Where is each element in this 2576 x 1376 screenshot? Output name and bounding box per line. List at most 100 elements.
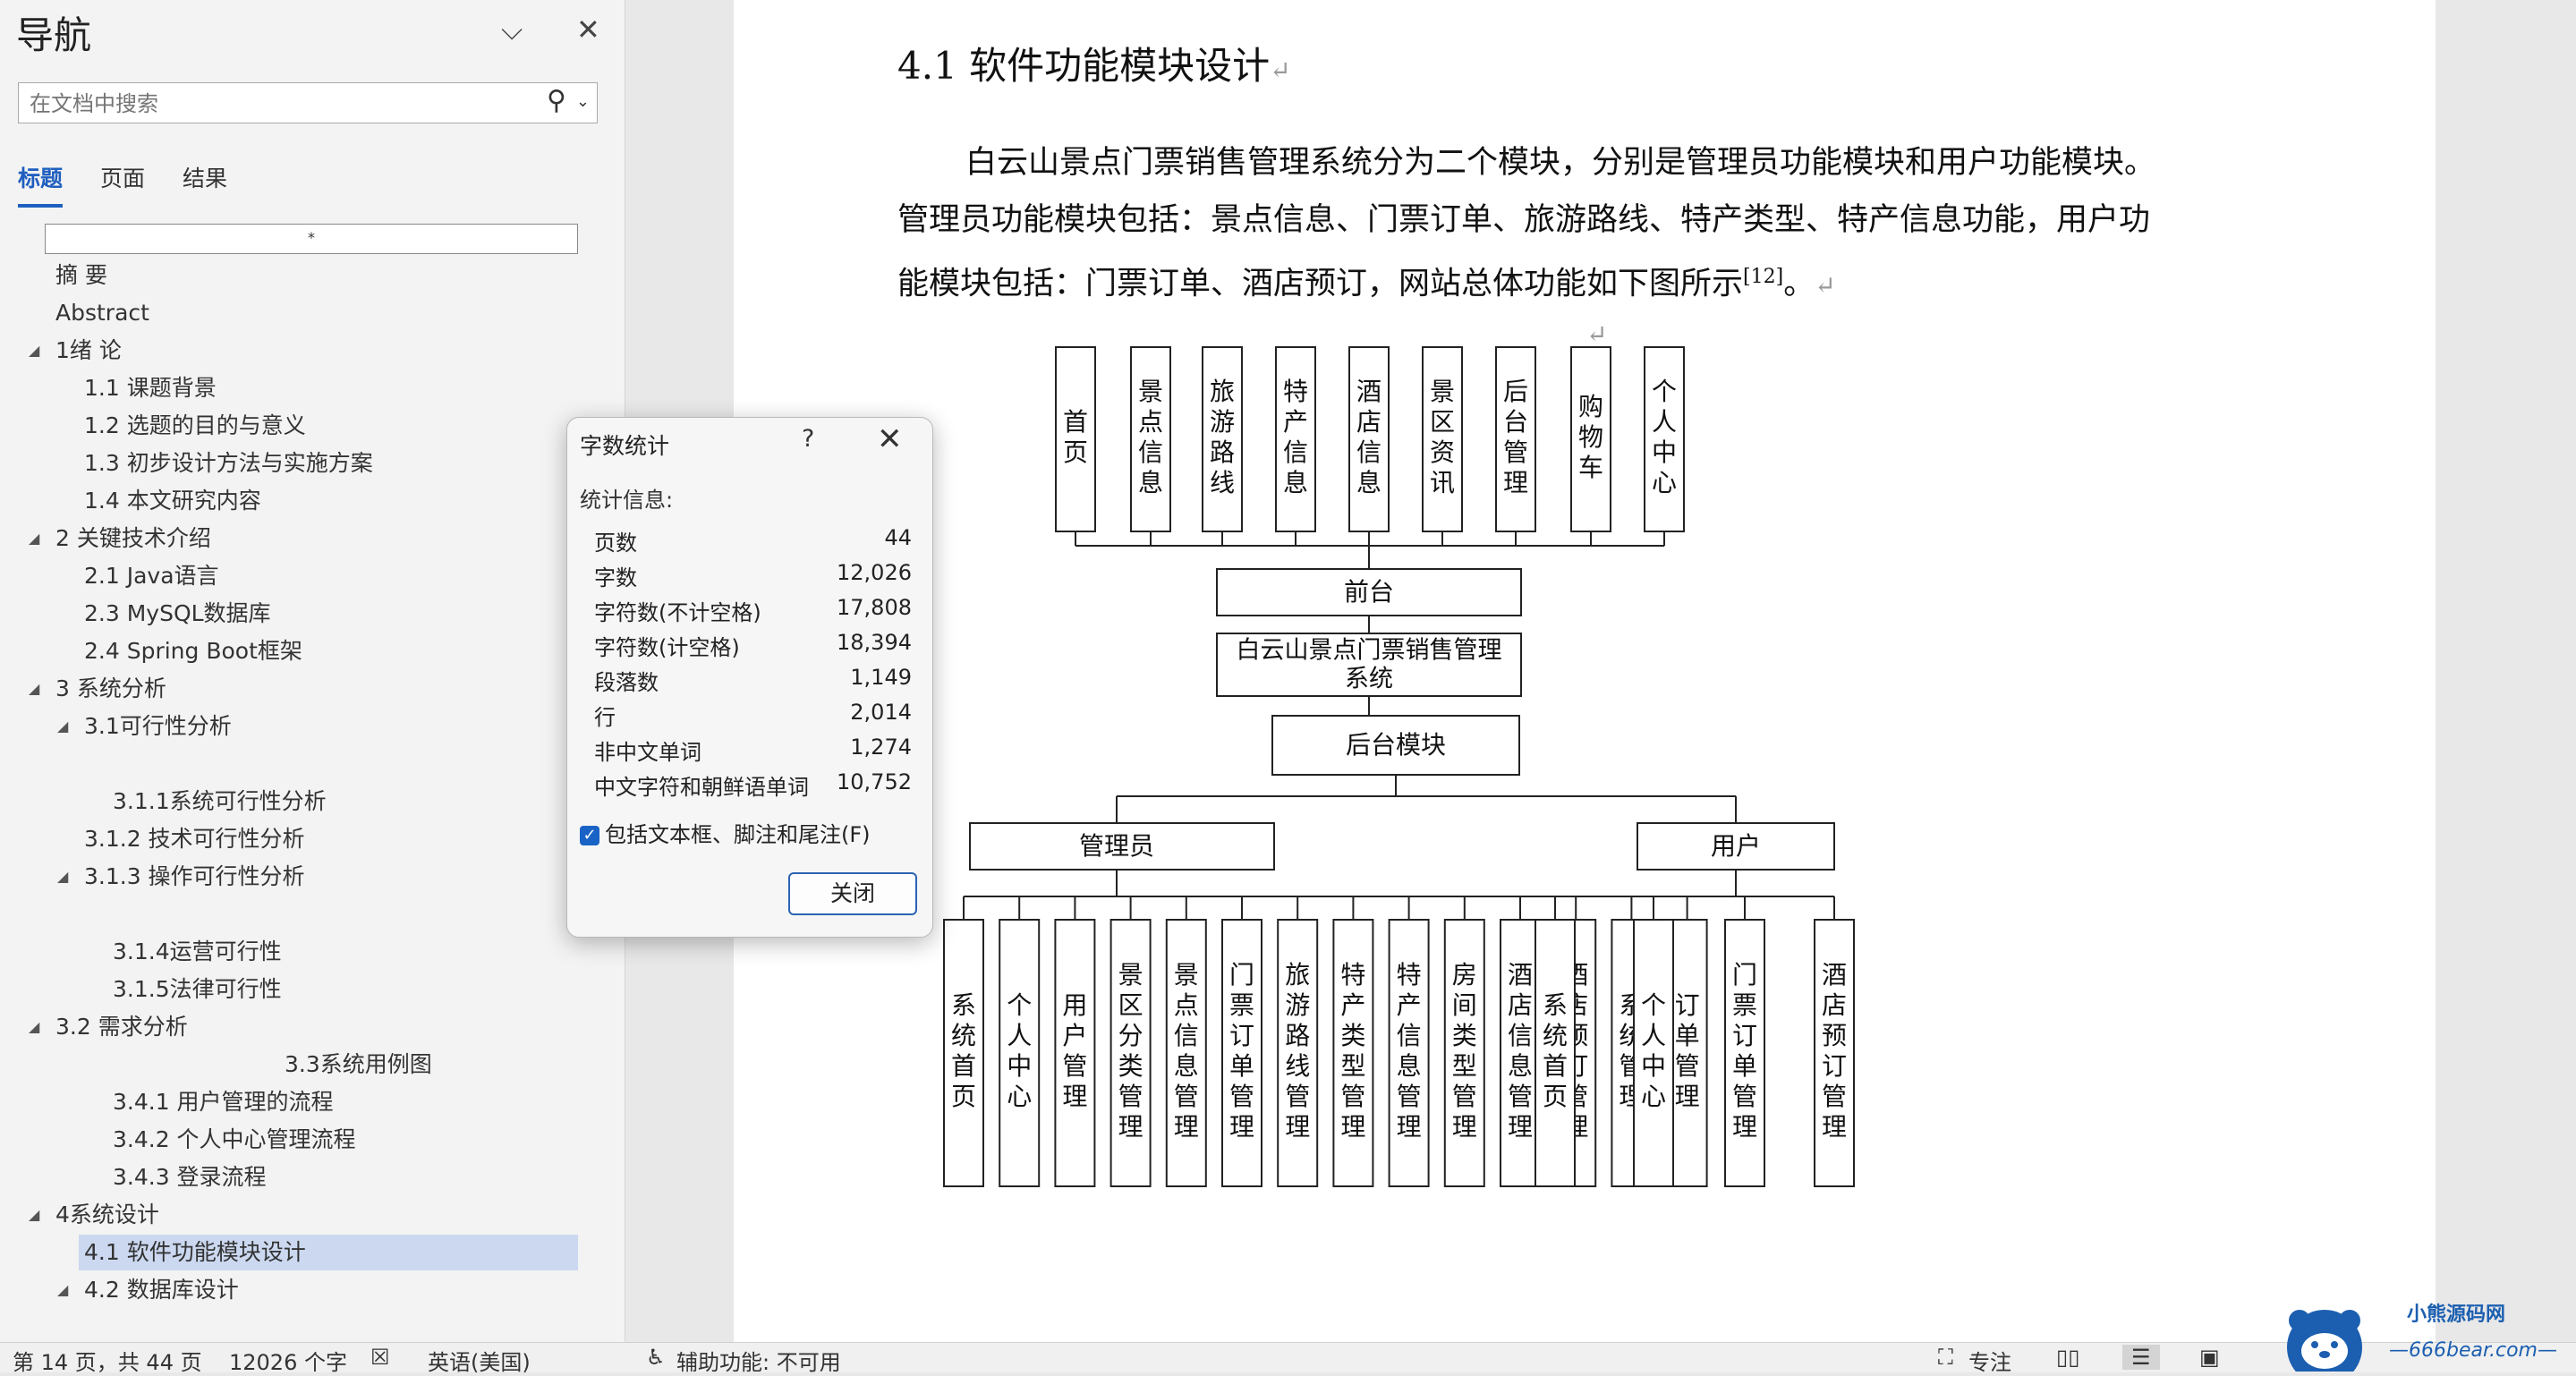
front-module-label: 个人中心 [1652,377,1677,497]
backend-node-label: 后台模块 [1346,730,1446,760]
expand-triangle-icon[interactable]: ◢ [57,709,68,744]
search-box[interactable]: ⚲ ⌄ [18,82,598,123]
admin-module-label: 订单管理 [1675,990,1700,1111]
paragraph-line-2: 管理员功能模块包括：景点信息、门票订单、旅游路线、特产类型、特产信息功能，用户功 [897,202,2151,238]
include-textboxes-checkbox[interactable]: ✓ 包括文本框、脚注和尾注(F) [580,817,871,848]
outline-item[interactable]: ◢ 3.1可行性分析 [57,709,232,744]
stat-label: 中文字符和朝鲜语单词 [594,775,809,800]
outline-item-label: 1.1 课题背景 [84,375,217,401]
watermark-url: —666bear.com— [2389,1339,2557,1362]
outline-item[interactable]: 2.1 Java语言 [84,558,219,594]
outline-item-label: 4.1 软件功能模块设计 [84,1239,306,1265]
dialog-close-icon[interactable]: ✕ [877,421,903,457]
outline-item[interactable]: 2.4 Spring Boot框架 [84,633,302,669]
return-mark: ↵ [1815,270,1836,301]
expand-triangle-icon[interactable]: ◢ [57,859,68,895]
outline-item[interactable]: 1.4 本文研究内容 [84,483,261,519]
stat-label: 行 [594,705,616,730]
outline-item-label: 1绪 论 [55,337,122,363]
outline-item-label: 3.1可行性分析 [84,713,232,739]
paragraph-line-3: 能模块包括：门票订单、酒店预订，网站总体功能如下图所示 [897,266,1744,302]
stat-value: 17,808 [837,595,912,620]
web-layout-icon[interactable]: ▣ [2199,1345,2220,1370]
outline-item-label: 3.1.2 技术可行性分析 [84,826,305,852]
document-page[interactable]: 4.1 软件功能模块设计↵ 白云山景点门票销售管理系统分为二个模块，分别是管理员… [734,0,2436,1342]
chevron-down-icon[interactable]: ⌵ [501,13,523,47]
stat-label: 字符数(不计空格) [594,600,761,625]
outline-item[interactable]: 3.1.1系统可行性分析 [113,784,327,820]
proofing-icon[interactable]: ☒ [370,1345,390,1370]
outline-item[interactable]: 4.1 软件功能模块设计 [79,1235,578,1270]
user-node-label: 用户 [1711,831,1761,861]
stat-label: 非中文单词 [594,740,701,765]
watermark-logo: 小熊源码网 —666bear.com— [2287,1303,2557,1372]
outline-item[interactable]: 3.1.4运营可行性 [113,934,282,970]
search-options-chevron-icon[interactable]: ⌄ [576,92,590,111]
read-mode-icon[interactable]: ▯▯ [2056,1345,2079,1370]
status-bar: 第 14 页，共 44 页 12026 个字 ☒ 英语(美国) ♿ 辅助功能: … [0,1342,2576,1375]
expand-triangle-icon[interactable]: ◢ [29,1197,39,1233]
stat-value: 2,014 [850,700,912,725]
focus-icon[interactable]: ⛶ [1938,1345,1953,1370]
stat-value: 12,026 [837,560,912,585]
nav-title: 导航 [16,13,92,57]
outline-item[interactable]: 摘 要 [55,258,107,293]
stat-value: 1,149 [850,665,912,690]
outline-item-label: 3.2 需求分析 [55,1014,188,1040]
help-icon[interactable]: ? [802,425,814,453]
search-icon[interactable]: ⚲ [547,85,566,116]
outline-item[interactable]: ◢ 3.2 需求分析 [29,1009,188,1045]
outline-item[interactable]: 3.1.2 技术可行性分析 [84,821,305,857]
outline-item[interactable]: 3.1.5法律可行性 [113,972,282,1007]
outline-item[interactable]: 3.4.1 用户管理的流程 [113,1084,334,1120]
outline-item[interactable]: 3.4.2 个人中心管理流程 [113,1122,356,1158]
system-node-label: 系统 [1345,666,1393,693]
tab-2[interactable]: 结果 [183,161,227,204]
front-node-label: 前台 [1344,577,1394,607]
checkmark-icon[interactable]: ✓ [580,826,599,845]
statistics-label: 统计信息: [580,488,674,513]
stat-value: 1,274 [850,735,912,760]
outline-heading-box[interactable]: * [45,224,578,254]
admin-module-label: 特产类型管理 [1340,960,1365,1142]
outline-item[interactable]: ◢ 3 系统分析 [29,671,166,707]
outline-item[interactable]: 1.1 课题背景 [84,370,217,406]
tab-1[interactable]: 页面 [100,161,145,204]
outline-item[interactable]: 3.3系统用例图 [285,1047,432,1083]
stat-label: 段落数 [594,670,659,695]
stat-label: 字符数(计空格) [594,635,740,660]
outline-item[interactable]: ◢ 4系统设计 [29,1197,159,1233]
checkbox-label: 包括文本框、脚注和尾注(F) [605,822,871,847]
outline-item-label: 3.4.2 个人中心管理流程 [113,1126,356,1152]
admin-module-label: 旅游路线管理 [1285,960,1310,1142]
outline-item-label: 2.3 MySQL数据库 [84,600,271,626]
function-module-diagram: 首页景点信息旅游路线特产信息酒店信息景区资讯后台管理购物车个人中心前台白云山景点… [943,346,1855,1187]
close-icon[interactable]: ✕ [576,13,600,47]
print-layout-icon[interactable]: ☰ [2122,1345,2160,1370]
expand-triangle-icon[interactable]: ◢ [29,671,39,707]
tab-0[interactable]: 标题 [18,161,64,208]
front-module-label: 旅游路线 [1210,377,1235,497]
admin-module-label: 房间类型管理 [1452,960,1477,1142]
expand-triangle-icon[interactable]: ◢ [57,1272,68,1308]
outline-item[interactable]: ◢ 4.2 数据库设计 [57,1272,239,1308]
return-mark: ↵ [1270,55,1291,85]
search-input[interactable] [28,89,532,119]
stat-label: 页数 [594,531,637,556]
outline-item[interactable]: ◢ 3.1.3 操作可行性分析 [57,859,305,895]
outline-item[interactable]: 1.3 初步设计方法与实施方案 [84,446,373,481]
expand-triangle-icon[interactable]: ◢ [29,333,39,369]
outline-item[interactable]: ◢ 2 关键技术介绍 [29,521,211,556]
expand-triangle-icon[interactable]: ◢ [29,521,39,556]
outline-item[interactable]: 1.2 选题的目的与意义 [84,408,306,444]
outline-item[interactable]: 2.3 MySQL数据库 [84,596,271,632]
outline-item[interactable]: Abstract [55,295,149,331]
outline-item[interactable]: 3.4.3 登录流程 [113,1159,267,1195]
expand-triangle-icon[interactable]: ◢ [29,1009,39,1045]
outline-item-label: 3 系统分析 [55,675,166,701]
system-node-label: 白云山景点门票销售管理 [1237,637,1502,665]
accessibility-icon[interactable]: ♿ [646,1345,666,1370]
close-button[interactable]: 关闭 [788,872,917,915]
navigation-pane: 导航 ⌵ ✕ ⚲ ⌄ 标题页面结果 * 摘 要 Abstract ◢ 1绪 论 1.1 … [0,0,625,1342]
outline-item[interactable]: ◢ 1绪 论 [29,333,122,369]
